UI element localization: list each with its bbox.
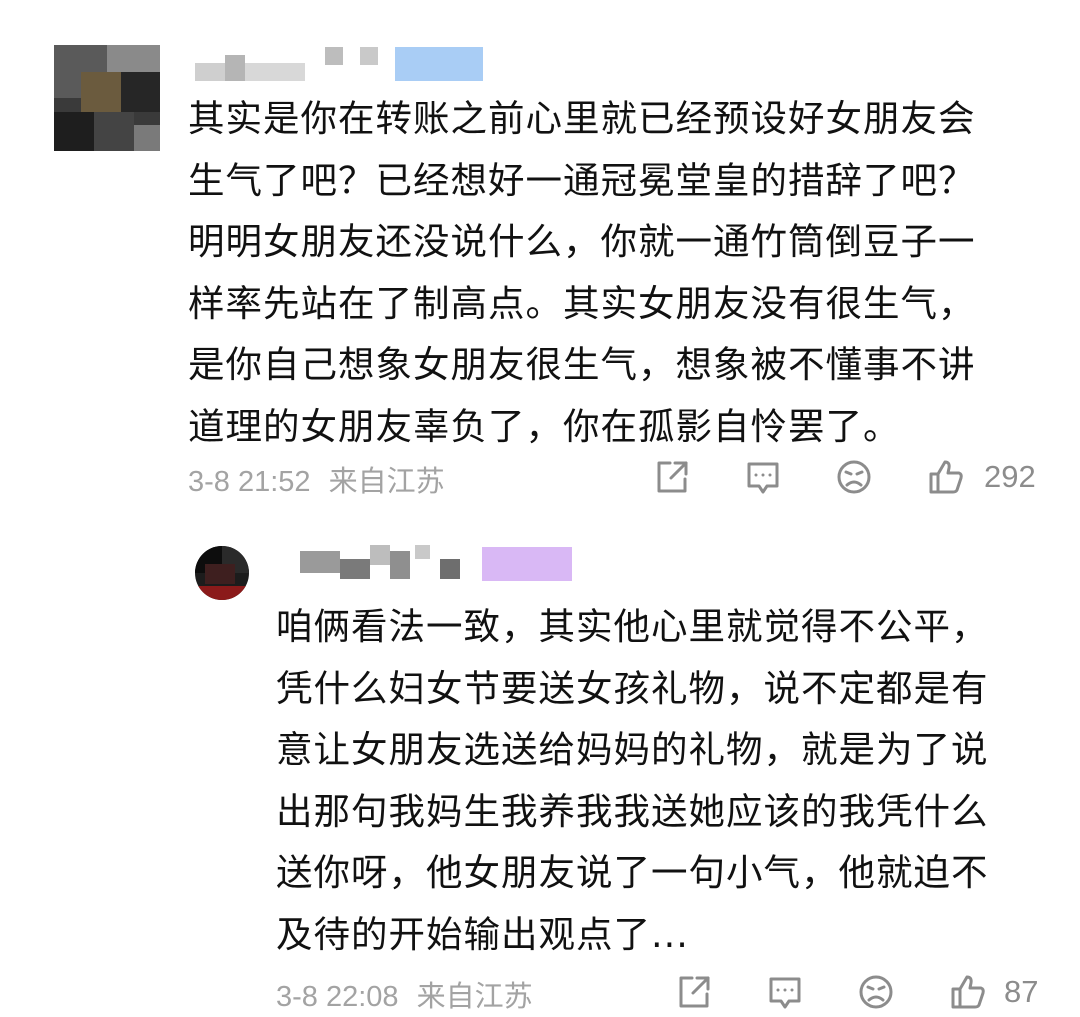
avatar[interactable] <box>195 546 249 600</box>
dislike-icon[interactable] <box>834 457 874 497</box>
username-blurred[interactable] <box>195 45 495 85</box>
location: 来自江苏 <box>328 466 445 498</box>
dislike-icon[interactable] <box>856 972 896 1012</box>
like-count: 87 <box>1004 974 1039 1009</box>
comment-line: 明明女朋友还没说什么，你就一通竹筒倒豆子一 <box>188 220 976 263</box>
reply-line: 出那句我妈生我养我我送她应该的我凭什么 <box>276 789 989 833</box>
comment-icon[interactable] <box>765 972 805 1012</box>
reply-meta: 3-8 22:08 来自江苏 <box>276 973 533 1015</box>
reply-line: 咱俩看法一致，其实他心里就觉得不公平， <box>276 605 989 648</box>
like-count: 292 <box>984 459 1036 494</box>
comment-line: 道理的女朋友辜负了，你在孤影自怜罢了。 <box>188 404 901 448</box>
timestamp: 3-8 21:52 <box>188 466 311 498</box>
avatar[interactable] <box>54 45 160 151</box>
location: 来自江苏 <box>416 981 533 1013</box>
comment-line: 样率先站在了制高点。其实女朋友没有很生气， <box>188 281 976 325</box>
share-icon[interactable] <box>652 457 692 497</box>
reply-line: 送你呀，他女朋友说了一句小气，他就迫不 <box>276 851 989 894</box>
reply-line: 意让女朋友选送给妈妈的礼物，就是为了说 <box>276 728 989 771</box>
reply-line: 凭什么妇女节要送女孩礼物，说不定都是有 <box>276 666 989 710</box>
share-icon[interactable] <box>674 972 714 1012</box>
reply-text: 咱俩看法一致，其实他心里就觉得不公平， 凭什么妇女节要送女孩礼物，说不定都是有 … <box>276 596 989 965</box>
comment-line: 生气了吧？已经想好一通冠冕堂皇的措辞了吧？ <box>188 158 976 202</box>
comment-icon[interactable] <box>743 457 783 497</box>
like-icon[interactable] <box>948 972 988 1012</box>
username-blurred[interactable] <box>300 545 580 585</box>
reply-line: 及待的开始输出观点了... <box>276 912 689 956</box>
like-icon[interactable] <box>926 457 966 497</box>
comment-meta: 3-8 21:52 来自江苏 <box>188 458 445 500</box>
timestamp: 3-8 22:08 <box>276 981 399 1013</box>
comment-text: 其实是你在转账之前心里就已经预设好女朋友会 生气了吧？已经想好一通冠冕堂皇的措辞… <box>188 88 976 457</box>
comment-line: 其实是你在转账之前心里就已经预设好女朋友会 <box>188 97 976 140</box>
comment-line: 是你自己想象女朋友很生气，想象被不懂事不讲 <box>188 343 976 386</box>
